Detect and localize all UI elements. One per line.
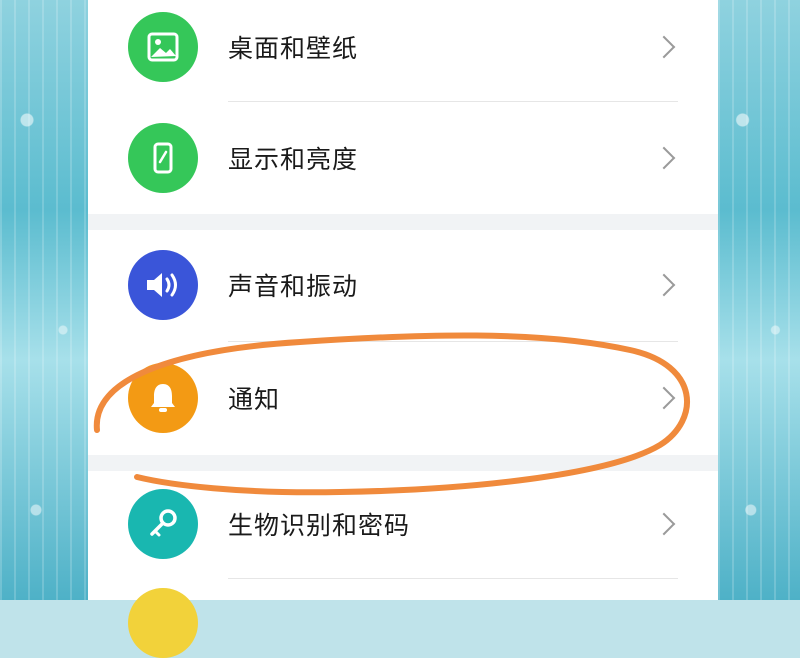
chevron-right-icon	[652, 35, 676, 59]
background-right-decoration	[718, 0, 800, 600]
display-icon	[128, 123, 198, 193]
key-icon	[128, 489, 198, 559]
speaker-icon	[128, 250, 198, 320]
chevron-right-icon	[652, 512, 676, 536]
group-separator	[88, 214, 718, 230]
next-item-icon	[128, 588, 198, 658]
background-left-decoration	[0, 0, 90, 600]
divider	[228, 341, 678, 342]
settings-item-label: 生物识别和密码	[228, 511, 411, 540]
settings-item-sound[interactable]: 声音和振动	[88, 230, 718, 340]
chevron-right-icon	[652, 146, 676, 170]
settings-item-biometrics[interactable]: 生物识别和密码	[88, 469, 718, 579]
settings-item-label: 桌面和壁纸	[228, 34, 359, 63]
settings-item-notifications[interactable]: 通知	[88, 343, 718, 453]
chevron-right-icon	[652, 273, 676, 297]
divider	[228, 101, 678, 102]
divider	[228, 578, 678, 579]
settings-item-label: 声音和振动	[228, 272, 359, 301]
wallpaper-icon	[128, 12, 198, 82]
settings-item-label: 显示和亮度	[228, 145, 359, 174]
bell-icon	[128, 363, 198, 433]
chevron-right-icon	[652, 386, 676, 410]
settings-item-label: 通知	[228, 385, 281, 414]
settings-item-wallpaper[interactable]: 桌面和壁纸	[88, 0, 718, 102]
settings-item-display[interactable]: 显示和亮度	[88, 103, 718, 213]
